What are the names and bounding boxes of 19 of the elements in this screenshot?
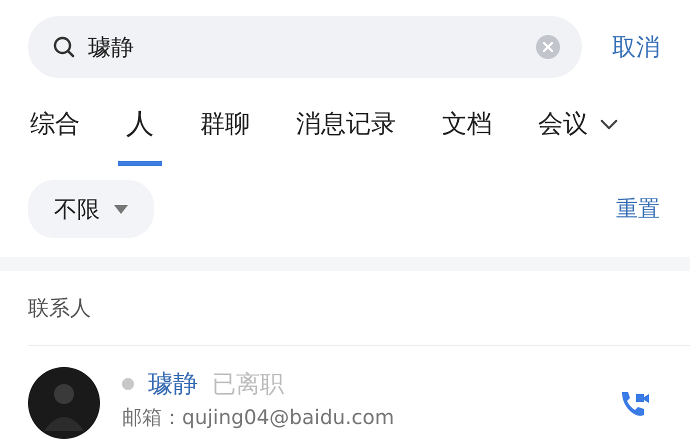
search-icon — [52, 35, 76, 59]
contact-status: 已离职 — [212, 368, 284, 400]
tab[interactable]: 会议 — [538, 85, 588, 163]
caret-icon — [114, 204, 128, 214]
avatar — [28, 367, 100, 439]
tab[interactable]: 消息记录 — [296, 85, 396, 163]
section-heading: 联系人 — [27, 295, 92, 322]
cancel-link[interactable]: 取消 — [612, 31, 660, 63]
tab[interactable]: 人 — [118, 82, 162, 166]
tab[interactable]: 群聊 — [200, 85, 250, 163]
reset-link[interactable]: 重置 — [616, 194, 660, 224]
search-query: 璩静 — [88, 34, 135, 62]
filter-dropdown[interactable]: 不限 — [28, 180, 154, 238]
tab[interactable]: 文档 — [442, 85, 492, 163]
contact-email: 邮箱：qujing04@baidu.com — [122, 404, 396, 431]
chevron-down-icon[interactable] — [600, 118, 618, 130]
contact-name[interactable]: 璩静 — [148, 367, 198, 400]
search-field[interactable]: 璩静 — [28, 16, 582, 78]
tab[interactable]: 综合 — [30, 85, 80, 163]
